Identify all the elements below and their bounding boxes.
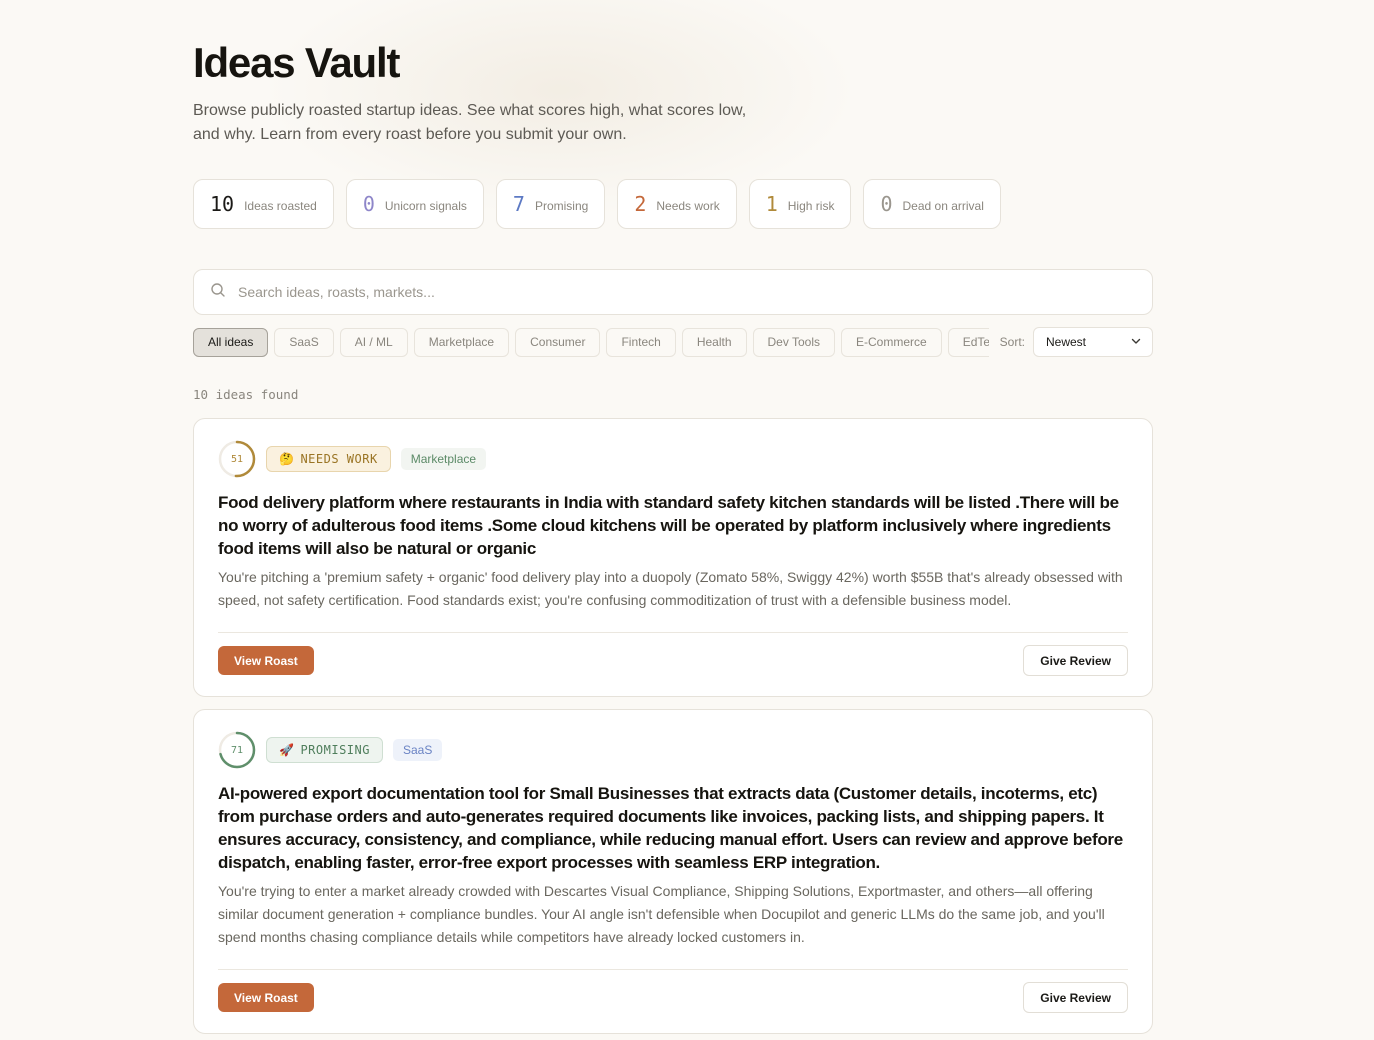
stat-unicorn-signals: 0 Unicorn signals (345, 179, 484, 229)
search-icon (210, 282, 226, 303)
stat-dead-on-arrival: 0 Dead on arrival (863, 179, 1001, 229)
view-roast-button[interactable]: View Roast (218, 646, 314, 675)
verdict-badge: 🤔 NEEDS WORK (266, 446, 391, 472)
stat-label: Needs work (656, 198, 720, 213)
idea-card-header: 51 🤔 NEEDS WORK Marketplace (218, 439, 1128, 479)
stat-number: 2 (634, 192, 647, 216)
verdict-badge: 🚀 PROMISING (266, 737, 383, 763)
filter-chip-e-commerce[interactable]: E-Commerce (841, 327, 942, 357)
category-tag: Marketplace (400, 448, 487, 470)
stat-label: Unicorn signals (384, 198, 467, 213)
score-value: 51 (230, 453, 244, 465)
idea-card: 51 🤔 NEEDS WORK Marketplace Food deliver… (193, 418, 1153, 697)
roast-summary: You're trying to enter a market already … (218, 883, 1105, 945)
stat-label: Ideas roasted (244, 198, 317, 213)
score-ring: 51 (218, 440, 256, 478)
stat-label: Promising (534, 198, 589, 213)
rocket-icon: 🚀 (279, 743, 295, 757)
ideas-vault-page: Ideas Vault Browse publicly roasted star… (193, 0, 1153, 1034)
chevron-down-icon (1130, 335, 1142, 350)
filter-chip-consumer[interactable]: Consumer (515, 327, 601, 357)
stat-number: 7 (512, 192, 525, 216)
filter-chip-ai-ml[interactable]: AI / ML (339, 327, 408, 357)
stat-number: 0 (362, 192, 375, 216)
idea-card-footer: View Roast Give Review (218, 982, 1128, 1013)
stat-label: High risk (787, 198, 835, 213)
results-count: 10 ideas found (193, 387, 299, 402)
filter-chip-dev-tools[interactable]: Dev Tools (752, 327, 835, 357)
score-value: 71 (230, 744, 244, 756)
sort-control: Sort: Newest (1000, 327, 1153, 357)
search-input[interactable] (238, 284, 1088, 300)
filter-chip-health[interactable]: Health (681, 327, 747, 357)
verdict-label: NEEDS WORK (300, 452, 378, 466)
stat-ideas-roasted: 10 Ideas roasted (193, 179, 334, 229)
sort-label: Sort: (999, 335, 1025, 349)
stats-row: 10 Ideas roasted 0 Unicorn signals 7 Pro… (193, 179, 1153, 229)
filter-chip-all-ideas[interactable]: All ideas (193, 327, 269, 357)
give-review-button[interactable]: Give Review (1023, 645, 1128, 676)
idea-card-header: 71 🚀 PROMISING SaaS (218, 730, 1128, 770)
sort-selected-value: Newest (1046, 335, 1087, 349)
stat-number: 0 (880, 192, 893, 216)
filter-chip-saas[interactable]: SaaS (274, 327, 334, 357)
stat-promising: 7 Promising (495, 179, 606, 229)
stat-high-risk: 1 High risk (748, 179, 852, 229)
filter-chip-edtech[interactable]: EdTech (947, 327, 989, 357)
page-subtitle: Browse publicly roasted startup ideas. S… (193, 102, 747, 143)
idea-card: 71 🚀 PROMISING SaaS AI-powered export do… (193, 709, 1153, 1034)
stat-number: 10 (210, 192, 235, 216)
view-roast-button[interactable]: View Roast (218, 983, 314, 1012)
filter-chip-fintech[interactable]: Fintech (606, 327, 676, 357)
give-review-button[interactable]: Give Review (1023, 982, 1128, 1013)
roast-summary: You're pitching a 'premium safety + orga… (218, 569, 1123, 608)
idea-title: Food delivery platform where restaurants… (218, 493, 1119, 558)
sort-select[interactable]: Newest (1033, 327, 1153, 357)
score-ring: 71 (218, 731, 256, 769)
idea-title: AI-powered export documentation tool for… (218, 784, 1123, 872)
filter-chip-marketplace[interactable]: Marketplace (413, 327, 510, 357)
card-divider (218, 632, 1128, 633)
thinking-face-icon: 🤔 (279, 452, 295, 466)
idea-card-footer: View Roast Give Review (218, 645, 1128, 676)
stat-number: 1 (765, 192, 778, 216)
card-divider (218, 969, 1128, 970)
page-title: Ideas Vault (193, 39, 400, 86)
verdict-label: PROMISING (300, 743, 370, 757)
stat-needs-work: 2 Needs work (617, 179, 737, 229)
search-bar (193, 269, 1153, 315)
filters-row: All ideas SaaS AI / ML Marketplace Consu… (193, 327, 1153, 357)
stat-label: Dead on arrival (902, 198, 984, 213)
category-tag: SaaS (392, 739, 443, 761)
category-filter-chips: All ideas SaaS AI / ML Marketplace Consu… (193, 327, 989, 357)
